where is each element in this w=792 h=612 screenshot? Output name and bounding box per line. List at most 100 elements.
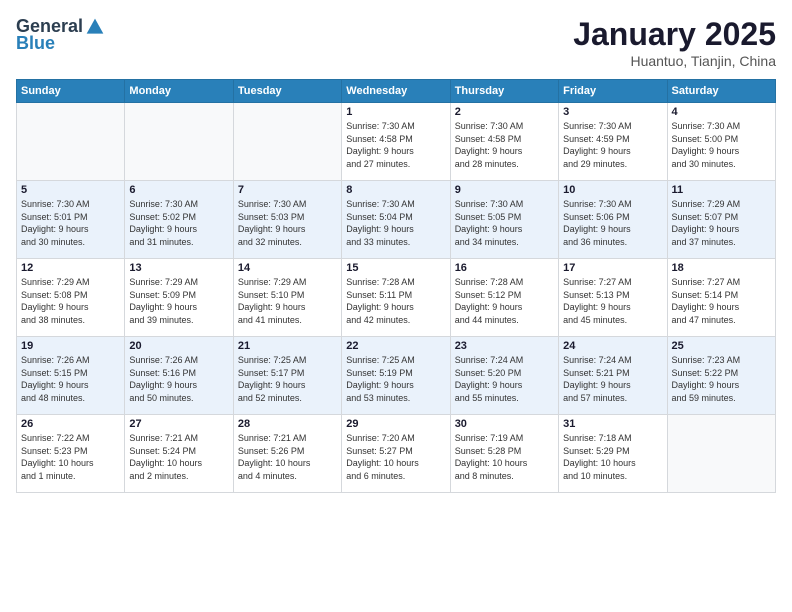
calendar-cell-w5-d7 [667, 415, 775, 493]
calendar-cell-w3-d4: 15 Sunrise: 7:28 AM Sunset: 5:11 PM Dayli… [342, 259, 450, 337]
header: General Blue January 2025 Huantuo, Tianj… [16, 16, 776, 69]
day-info: Sunrise: 7:21 AM Sunset: 5:26 PM Dayligh… [238, 432, 337, 482]
calendar-week-4: 19Sunrise: 7:26 AM Sunset: 5:15 PM Dayli… [17, 337, 776, 415]
day-number: 29 [346, 418, 445, 430]
logo-icon [85, 17, 105, 37]
day-number: 20 [129, 340, 228, 352]
day-info: Sunrise: 7:30 AM Sunset: 5:01 PM Dayligh… [21, 198, 120, 248]
day-number: 26 [21, 418, 120, 430]
calendar-cell-w1-d7: 4Sunrise: 7:30 AM Sunset: 5:00 PM Daylig… [667, 103, 775, 181]
day-info: Sunrise: 7:29 AM Sunset: 5:09 PM Dayligh… [129, 276, 228, 326]
day-info: Sunrise: 7:28 AM Sunset: 5:11 PM Dayligh… [346, 276, 445, 326]
day-number: 3 [563, 106, 662, 118]
calendar-cell-w5-d3: 28Sunrise: 7:21 AM Sunset: 5:26 PM Dayli… [233, 415, 341, 493]
calendar-cell-w3-d5: 16Sunrise: 7:28 AM Sunset: 5:12 PM Dayli… [450, 259, 558, 337]
calendar-cell-w4-d1: 19Sunrise: 7:26 AM Sunset: 5:15 PM Dayli… [17, 337, 125, 415]
day-number: 6 [129, 184, 228, 196]
calendar-week-2: 5 Sunrise: 7:30 AM Sunset: 5:01 PM Daylig… [17, 181, 776, 259]
calendar-cell-w2-d1: 5 Sunrise: 7:30 AM Sunset: 5:01 PM Daylig… [17, 181, 125, 259]
day-number: 5 [21, 184, 120, 196]
day-info: Sunrise: 7:27 AM Sunset: 5:13 PM Dayligh… [563, 276, 662, 326]
calendar-cell-w4-d6: 24 Sunrise: 7:24 AM Sunset: 5:21 PM Dayli… [559, 337, 667, 415]
day-info: Sunrise: 7:23 AM Sunset: 5:22 PM Dayligh… [672, 354, 771, 404]
calendar-cell-w5-d1: 26Sunrise: 7:22 AM Sunset: 5:23 PM Dayli… [17, 415, 125, 493]
day-number: 8 [346, 184, 445, 196]
calendar-cell-w3-d7: 18Sunrise: 7:27 AM Sunset: 5:14 PM Dayli… [667, 259, 775, 337]
calendar-cell-w1-d4: 1Sunrise: 7:30 AM Sunset: 4:58 PM Daylig… [342, 103, 450, 181]
day-info: Sunrise: 7:24 AM Sunset: 5:21 PM Dayligh… [563, 354, 662, 404]
calendar-cell-w4-d4: 22Sunrise: 7:25 AM Sunset: 5:19 PM Dayli… [342, 337, 450, 415]
day-info: Sunrise: 7:30 AM Sunset: 5:05 PM Dayligh… [455, 198, 554, 248]
calendar-cell-w2-d5: 9 Sunrise: 7:30 AM Sunset: 5:05 PM Daylig… [450, 181, 558, 259]
calendar-header-row: Sunday Monday Tuesday Wednesday Thursday… [17, 80, 776, 103]
day-info: Sunrise: 7:29 AM Sunset: 5:08 PM Dayligh… [21, 276, 120, 326]
day-number: 12 [21, 262, 120, 274]
calendar-cell-w5-d4: 29 Sunrise: 7:20 AM Sunset: 5:27 PM Dayli… [342, 415, 450, 493]
calendar-cell-w1-d6: 3 Sunrise: 7:30 AM Sunset: 4:59 PM Daylig… [559, 103, 667, 181]
calendar-cell-w4-d2: 20 Sunrise: 7:26 AM Sunset: 5:16 PM Dayli… [125, 337, 233, 415]
day-number: 24 [563, 340, 662, 352]
day-number: 14 [238, 262, 337, 274]
day-number: 18 [672, 262, 771, 274]
day-number: 22 [346, 340, 445, 352]
day-number: 23 [455, 340, 554, 352]
day-info: Sunrise: 7:30 AM Sunset: 5:02 PM Dayligh… [129, 198, 228, 248]
calendar-cell-w2-d7: 11Sunrise: 7:29 AM Sunset: 5:07 PM Dayli… [667, 181, 775, 259]
calendar-table: Sunday Monday Tuesday Wednesday Thursday… [16, 79, 776, 493]
day-info: Sunrise: 7:18 AM Sunset: 5:29 PM Dayligh… [563, 432, 662, 482]
day-info: Sunrise: 7:20 AM Sunset: 5:27 PM Dayligh… [346, 432, 445, 482]
calendar-cell-w5-d5: 30 Sunrise: 7:19 AM Sunset: 5:28 PM Dayli… [450, 415, 558, 493]
calendar-cell-w3-d6: 17 Sunrise: 7:27 AM Sunset: 5:13 PM Dayli… [559, 259, 667, 337]
page-container: General Blue January 2025 Huantuo, Tianj… [0, 0, 792, 612]
day-info: Sunrise: 7:24 AM Sunset: 5:20 PM Dayligh… [455, 354, 554, 404]
day-info: Sunrise: 7:30 AM Sunset: 5:03 PM Dayligh… [238, 198, 337, 248]
calendar-cell-w5-d2: 27 Sunrise: 7:21 AM Sunset: 5:24 PM Dayli… [125, 415, 233, 493]
day-number: 25 [672, 340, 771, 352]
calendar-cell-w5-d6: 31 Sunrise: 7:18 AM Sunset: 5:29 PM Dayli… [559, 415, 667, 493]
day-info: Sunrise: 7:21 AM Sunset: 5:24 PM Dayligh… [129, 432, 228, 482]
calendar-cell-w4-d5: 23 Sunrise: 7:24 AM Sunset: 5:20 PM Dayli… [450, 337, 558, 415]
day-number: 27 [129, 418, 228, 430]
calendar-cell-w1-d5: 2Sunrise: 7:30 AM Sunset: 4:58 PM Daylig… [450, 103, 558, 181]
col-friday: Friday [559, 80, 667, 103]
day-info: Sunrise: 7:29 AM Sunset: 5:07 PM Dayligh… [672, 198, 771, 248]
day-number: 13 [129, 262, 228, 274]
day-info: Sunrise: 7:30 AM Sunset: 4:58 PM Dayligh… [346, 120, 445, 170]
day-number: 7 [238, 184, 337, 196]
calendar-cell-w1-d1 [17, 103, 125, 181]
day-info: Sunrise: 7:30 AM Sunset: 4:58 PM Dayligh… [455, 120, 554, 170]
day-info: Sunrise: 7:25 AM Sunset: 5:17 PM Dayligh… [238, 354, 337, 404]
calendar-cell-w4-d7: 25 Sunrise: 7:23 AM Sunset: 5:22 PM Dayli… [667, 337, 775, 415]
day-number: 31 [563, 418, 662, 430]
col-monday: Monday [125, 80, 233, 103]
day-number: 16 [455, 262, 554, 274]
day-info: Sunrise: 7:19 AM Sunset: 5:28 PM Dayligh… [455, 432, 554, 482]
day-info: Sunrise: 7:30 AM Sunset: 4:59 PM Dayligh… [563, 120, 662, 170]
calendar-cell-w2-d6: 10Sunrise: 7:30 AM Sunset: 5:06 PM Dayli… [559, 181, 667, 259]
day-number: 21 [238, 340, 337, 352]
col-saturday: Saturday [667, 80, 775, 103]
day-number: 15 [346, 262, 445, 274]
calendar-cell-w3-d1: 12 Sunrise: 7:29 AM Sunset: 5:08 PM Dayli… [17, 259, 125, 337]
day-info: Sunrise: 7:30 AM Sunset: 5:04 PM Dayligh… [346, 198, 445, 248]
day-number: 10 [563, 184, 662, 196]
day-number: 9 [455, 184, 554, 196]
month-title: January 2025 [573, 16, 776, 53]
day-info: Sunrise: 7:26 AM Sunset: 5:16 PM Dayligh… [129, 354, 228, 404]
calendar-cell-w1-d2 [125, 103, 233, 181]
col-sunday: Sunday [17, 80, 125, 103]
day-info: Sunrise: 7:30 AM Sunset: 5:00 PM Dayligh… [672, 120, 771, 170]
col-tuesday: Tuesday [233, 80, 341, 103]
calendar-cell-w3-d2: 13 Sunrise: 7:29 AM Sunset: 5:09 PM Dayli… [125, 259, 233, 337]
calendar-week-1: 1Sunrise: 7:30 AM Sunset: 4:58 PM Daylig… [17, 103, 776, 181]
calendar-cell-w3-d3: 14Sunrise: 7:29 AM Sunset: 5:10 PM Dayli… [233, 259, 341, 337]
location: Huantuo, Tianjin, China [573, 53, 776, 69]
day-number: 30 [455, 418, 554, 430]
logo: General Blue [16, 16, 105, 54]
col-wednesday: Wednesday [342, 80, 450, 103]
calendar-cell-w4-d3: 21 Sunrise: 7:25 AM Sunset: 5:17 PM Dayli… [233, 337, 341, 415]
calendar-week-5: 26Sunrise: 7:22 AM Sunset: 5:23 PM Dayli… [17, 415, 776, 493]
day-number: 17 [563, 262, 662, 274]
calendar-week-3: 12 Sunrise: 7:29 AM Sunset: 5:08 PM Dayli… [17, 259, 776, 337]
calendar-cell-w1-d3 [233, 103, 341, 181]
